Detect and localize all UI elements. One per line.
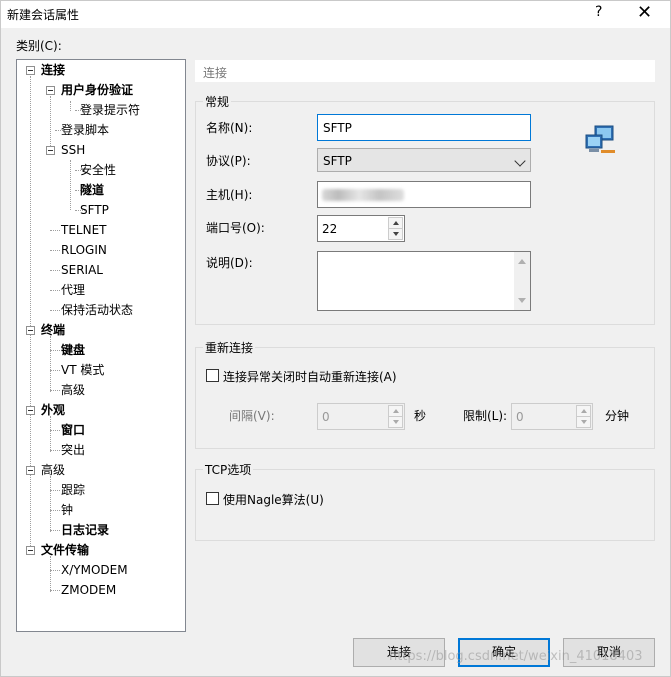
- title-bar: 新建会话属性 ? ✕: [1, 1, 670, 28]
- auto-reconnect-label[interactable]: 连接异常关闭时自动重新连接(A): [223, 368, 397, 385]
- description-label: 说明(D):: [206, 256, 253, 270]
- auto-reconnect-checkbox[interactable]: [206, 369, 219, 382]
- tree-item[interactable]: 保持活动状态: [61, 302, 133, 318]
- chevron-down-icon: [514, 155, 526, 167]
- section-heading-text: 连接: [203, 66, 228, 80]
- tree-item[interactable]: X/YMODEM: [61, 562, 128, 578]
- collapse-icon[interactable]: [46, 86, 55, 95]
- general-group-title: 常规: [203, 93, 232, 110]
- description-field[interactable]: [317, 251, 531, 311]
- tree-item[interactable]: TELNET: [61, 222, 107, 238]
- name-label: 名称(N):: [206, 121, 253, 135]
- tree-item[interactable]: SERIAL: [61, 262, 103, 278]
- nagle-label[interactable]: 使用Nagle算法(U): [223, 491, 324, 508]
- tree-item[interactable]: 文件传输: [41, 542, 89, 558]
- tree-item[interactable]: 安全性: [80, 162, 116, 178]
- tree-item[interactable]: 日志记录: [61, 522, 109, 538]
- tree-item[interactable]: 用户身份验证: [61, 82, 133, 98]
- tree-item[interactable]: 代理: [61, 282, 85, 298]
- network-computers-icon: [585, 125, 615, 153]
- tree-item[interactable]: 登录提示符: [80, 102, 140, 118]
- tree-item[interactable]: SSH: [61, 142, 85, 158]
- tree-item[interactable]: 跟踪: [61, 482, 85, 498]
- close-button[interactable]: ✕: [637, 2, 652, 23]
- reconnect-group-title: 重新连接: [203, 339, 256, 356]
- collapse-icon[interactable]: [26, 466, 35, 475]
- category-label: 类别(C):: [16, 39, 62, 53]
- tree-item[interactable]: 钟: [61, 502, 73, 518]
- tree-item[interactable]: ZMODEM: [61, 582, 116, 598]
- tree-item[interactable]: 外观: [41, 402, 65, 418]
- tree-item[interactable]: SFTP: [80, 202, 109, 218]
- nagle-checkbox[interactable]: [206, 492, 219, 505]
- interval-unit: 秒: [414, 409, 427, 423]
- host-redacted-blur: [322, 189, 404, 201]
- tree-item[interactable]: VT 模式: [61, 362, 104, 378]
- limit-label: 限制(L):: [463, 409, 508, 423]
- tree-item[interactable]: 登录脚本: [61, 122, 109, 138]
- description-scrollbar[interactable]: [514, 252, 530, 310]
- tree-item[interactable]: 窗口: [61, 422, 85, 438]
- protocol-select-value: SFTP: [323, 154, 352, 168]
- tree-item[interactable]: 高级: [41, 462, 65, 478]
- host-field[interactable]: [317, 181, 531, 208]
- tcp-group-title: TCP选项: [203, 461, 254, 478]
- tree-item[interactable]: 突出: [61, 442, 85, 458]
- protocol-select[interactable]: SFTP: [317, 148, 531, 172]
- limit-value: 0: [516, 410, 524, 424]
- tree-item[interactable]: RLOGIN: [61, 242, 107, 258]
- port-down-button[interactable]: [388, 228, 403, 240]
- limit-unit: 分钟: [605, 409, 630, 423]
- protocol-label: 协议(P):: [206, 154, 251, 168]
- collapse-icon[interactable]: [26, 66, 35, 75]
- watermark-text: https://blog.csdn.net/weixin_41018403: [389, 649, 643, 664]
- collapse-icon[interactable]: [26, 326, 35, 335]
- port-value: 22: [322, 222, 338, 236]
- reconnect-group: [195, 347, 655, 449]
- category-tree[interactable]: 连接 用户身份验证 登录提示符 登录脚本 SSH 安全性 隧道 SFTP TEL…: [16, 59, 186, 632]
- name-field-value: SFTP: [323, 121, 352, 135]
- tree-item[interactable]: 隧道: [80, 182, 104, 198]
- name-field[interactable]: SFTP: [317, 114, 531, 141]
- limit-spinner[interactable]: 0: [511, 403, 593, 430]
- section-heading: 连接: [195, 60, 655, 82]
- window-title: 新建会话属性: [7, 8, 80, 22]
- collapse-icon[interactable]: [46, 146, 55, 155]
- dialog-window: 新建会话属性 ? ✕ 类别(C): 连接 用户身份验证 登录提示符 登录脚本 S…: [0, 0, 671, 677]
- tree-item[interactable]: 键盘: [61, 342, 85, 358]
- tree-item[interactable]: 高级: [61, 382, 85, 398]
- collapse-icon[interactable]: [26, 406, 35, 415]
- collapse-icon[interactable]: [26, 546, 35, 555]
- help-button[interactable]: ?: [595, 4, 602, 20]
- interval-spinner[interactable]: 0: [317, 403, 405, 430]
- interval-value: 0: [322, 410, 330, 424]
- tree-item[interactable]: 连接: [41, 62, 65, 78]
- port-spinner[interactable]: 22: [317, 215, 405, 242]
- host-label: 主机(H):: [206, 188, 253, 202]
- port-label: 端口号(O):: [206, 221, 265, 235]
- tree-item[interactable]: 终端: [41, 322, 65, 338]
- interval-label: 间隔(V):: [229, 409, 275, 423]
